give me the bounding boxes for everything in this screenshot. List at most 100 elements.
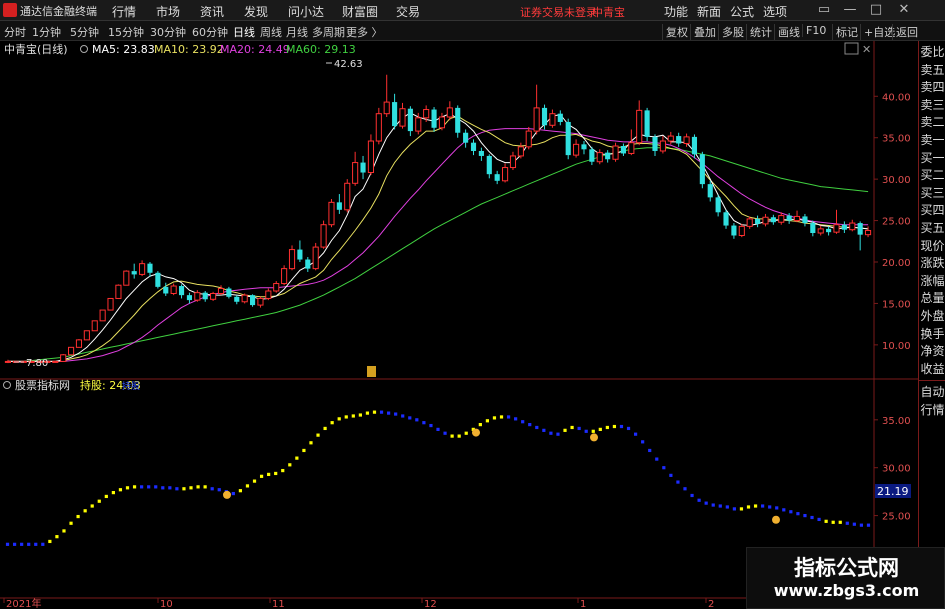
tool-f10[interactable]: F10 <box>802 24 826 37</box>
side-panel-item-2[interactable]: 卖四 <box>920 80 945 94</box>
candle-body-up <box>864 230 872 236</box>
side-panel-item-12[interactable]: 涨跌 <box>920 256 945 270</box>
side-panel-bottom-item-0[interactable]: 自动 <box>920 385 945 399</box>
menu-market-quotes[interactable]: 行情 <box>112 3 136 20</box>
panel-maximize-icon[interactable] <box>844 42 859 55</box>
menu-trade[interactable]: 交易 <box>396 3 420 20</box>
indicator-tick-label: 30.00 <box>882 464 911 475</box>
maximize-icon[interactable]: □ <box>869 2 883 17</box>
menu-ask-xiaoda[interactable]: 问小达 <box>288 3 324 20</box>
period-1min[interactable]: 1分钟 <box>32 24 61 40</box>
side-panel-item-9[interactable]: 买四 <box>920 203 945 217</box>
period-30min[interactable]: 30分钟 <box>150 24 186 40</box>
candle-body-up <box>415 117 422 132</box>
candle-body-down <box>589 149 595 162</box>
indicator-dot <box>732 507 736 511</box>
candlesticks <box>4 74 872 364</box>
menu-formula[interactable]: 公式 <box>730 3 754 20</box>
hand-cursor-icon <box>223 490 231 499</box>
close-icon[interactable]: ✕ <box>897 2 911 17</box>
menu-functions[interactable]: 功能 <box>664 3 688 20</box>
tool-overlay[interactable]: 叠加 <box>690 24 716 40</box>
menu-market[interactable]: 市场 <box>156 3 180 20</box>
indicator-dot <box>175 487 179 491</box>
side-panel-item-13[interactable]: 涨幅 <box>920 274 945 288</box>
indicator-dot <box>147 485 151 489</box>
event-tag-icon[interactable] <box>367 366 376 377</box>
candle-body-up <box>320 224 327 248</box>
candle-body-down <box>652 136 658 151</box>
side-panel-item-6[interactable]: 买一 <box>920 151 945 165</box>
period-weekly[interactable]: 周线 <box>260 24 282 40</box>
indicator-dot <box>485 419 489 423</box>
restore-layout-icon[interactable]: ▭ <box>817 2 831 17</box>
indicator-dot <box>429 423 433 428</box>
indicator-dot <box>831 520 835 524</box>
indicator-dot <box>436 427 440 431</box>
tool-back[interactable]: 返回 <box>892 24 918 40</box>
panel-close-icon[interactable]: ✕ <box>862 43 871 56</box>
candle-body-down <box>336 202 342 210</box>
candle-body-down <box>644 110 650 137</box>
candle-body-down <box>676 136 682 144</box>
period-5min[interactable]: 5分钟 <box>70 24 99 40</box>
indicator-dot <box>824 519 828 523</box>
side-panel-item-11[interactable]: 现价 <box>920 239 945 253</box>
period-monthly[interactable]: 月线 <box>286 24 308 40</box>
side-panel-item-4[interactable]: 卖二 <box>920 115 945 129</box>
candle-body-up <box>833 224 840 233</box>
kline-chart[interactable]: 40.00 35.00 30.00 25.00 20.00 15.00 10.00 35.00… <box>0 41 918 609</box>
login-status[interactable]: 证券交易未登录 <box>520 4 597 20</box>
menu-news[interactable]: 资讯 <box>200 3 224 20</box>
indicator-dot <box>168 486 172 490</box>
side-panel-bottom-item-1[interactable]: 行情 <box>920 403 945 417</box>
side-panel-item-0[interactable]: 委比 <box>920 45 945 59</box>
side-panel-item-7[interactable]: 买二 <box>920 168 945 182</box>
candle-body-up <box>573 143 580 156</box>
indicator-dot <box>499 415 504 419</box>
side-panel-item-17[interactable]: 净资 <box>920 344 945 358</box>
side-panel-item-16[interactable]: 换手 <box>920 327 945 341</box>
period-60min[interactable]: 60分钟 <box>192 24 228 40</box>
indicator-dot <box>761 504 765 508</box>
menu-new-layout[interactable]: 新面 <box>697 3 721 20</box>
menu-discover[interactable]: 发现 <box>244 3 268 20</box>
indicator-dot <box>817 517 821 522</box>
side-panel-item-14[interactable]: 总量 <box>920 291 945 305</box>
side-panel-item-5[interactable]: 卖一 <box>920 133 945 147</box>
legend-settings-icon[interactable] <box>80 45 88 53</box>
period-15min[interactable]: 15分钟 <box>108 24 144 40</box>
candle-body-up <box>328 201 335 226</box>
tool-draw-line[interactable]: 画线 <box>774 24 800 40</box>
tool-statistics[interactable]: 统计 <box>746 24 772 40</box>
period-more[interactable]: 更多 〉 <box>346 24 383 40</box>
indicator-dot <box>584 429 588 433</box>
tool-mark[interactable]: 标记 <box>832 24 858 40</box>
minimize-icon[interactable]: — <box>843 2 857 17</box>
menu-wealth-circle[interactable]: 财富圈 <box>342 3 378 20</box>
indicator-settings-icon[interactable] <box>3 381 11 389</box>
indicator-dot <box>62 529 66 533</box>
period-daily[interactable]: 日线 <box>233 24 255 40</box>
candle-body-up <box>273 283 280 292</box>
period-multi[interactable]: 多周期 <box>312 24 345 40</box>
candle-body-up <box>194 292 201 301</box>
tool-add-watchlist[interactable]: +自选 <box>860 24 895 40</box>
side-panel-item-3[interactable]: 卖三 <box>920 98 945 112</box>
side-panel-item-18[interactable]: 收益 <box>920 362 945 376</box>
side-panel-item-10[interactable]: 买五 <box>920 221 945 235</box>
menu-bar: 通达信金融终端 行情 市场 资讯 发现 问小达 财富圈 交易 证券交易未登录 中… <box>0 0 945 21</box>
indicator-dot <box>457 434 461 438</box>
period-intraday[interactable]: 分时 <box>4 24 26 40</box>
menu-options[interactable]: 选项 <box>763 3 787 20</box>
indicator-dot <box>683 487 687 491</box>
tool-multi-stock[interactable]: 多股 <box>718 24 744 40</box>
side-panel-item-1[interactable]: 卖五 <box>920 63 945 77</box>
side-panel-item-8[interactable]: 买三 <box>920 186 945 200</box>
tool-adjust[interactable]: 复权 <box>662 24 688 40</box>
candle-body-up <box>83 330 90 341</box>
candle-body-down <box>605 152 611 160</box>
side-panel-item-15[interactable]: 外盘 <box>920 309 945 323</box>
indicator-dot <box>605 425 609 430</box>
candle-body-down <box>392 102 398 127</box>
